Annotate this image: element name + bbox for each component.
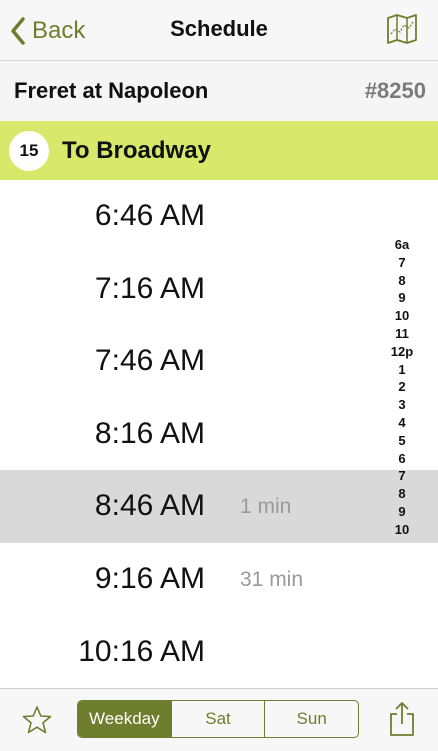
route-bar: 15 To Broadway (0, 121, 438, 180)
time-row[interactable]: 7:16 AM (0, 253, 438, 326)
time-row[interactable]: 8:16 AM (0, 398, 438, 471)
departure-time: 7:16 AM (94, 272, 205, 305)
time-row-highlighted[interactable]: 8:46 AM 1 min (0, 470, 438, 543)
hour-index-item[interactable]: 9 (398, 503, 405, 521)
hour-index-item[interactable]: 9 (398, 289, 405, 307)
favorite-button[interactable] (22, 705, 52, 740)
hour-index-item[interactable]: 6a (395, 236, 409, 254)
hour-index-item[interactable]: 12p (391, 343, 413, 361)
hour-index-item[interactable]: 3 (398, 396, 405, 414)
day-type-segmented-control[interactable]: Weekday Sat Sun (77, 700, 359, 738)
departure-time: 6:46 AM (94, 199, 205, 232)
time-row[interactable]: 6:46 AM (0, 180, 438, 253)
departure-time: 8:16 AM (94, 417, 205, 450)
hour-index-item[interactable]: 6 (398, 450, 405, 468)
hour-index-item[interactable]: 1 (398, 361, 405, 379)
segment-sun[interactable]: Sun (264, 701, 358, 737)
route-destination: To Broadway (62, 137, 211, 164)
share-icon (390, 702, 414, 736)
departure-time: 10:16 AM (78, 635, 205, 668)
segment-weekday[interactable]: Weekday (78, 701, 171, 737)
nav-bar: Back Schedule (0, 0, 438, 61)
departure-time: 9:16 AM (94, 562, 205, 595)
page-title: Schedule (170, 16, 268, 41)
map-icon (387, 14, 417, 44)
departure-time: 8:46 AM (94, 489, 205, 522)
stop-header: Freret at Napoleon #8250 (0, 61, 438, 122)
wait-time: 31 min (240, 568, 304, 591)
hour-index-item[interactable]: 4 (398, 414, 405, 432)
hour-index-item[interactable]: 7 (398, 254, 405, 272)
hour-index-item[interactable]: 8 (398, 485, 405, 503)
route-number-badge: 15 (9, 131, 49, 171)
hour-index-item[interactable]: 5 (398, 432, 405, 450)
hour-index-item[interactable]: 10 (395, 521, 409, 539)
bottom-toolbar: Weekday Sat Sun (0, 688, 438, 751)
hour-index[interactable]: 6a 7 8 9 10 11 12p 1 2 3 4 5 6 7 8 9 10 (384, 236, 420, 539)
map-button[interactable] (386, 14, 418, 49)
hour-index-item[interactable]: 2 (398, 378, 405, 396)
hour-index-item[interactable]: 7 (398, 467, 405, 485)
wait-time: 1 min (240, 495, 292, 518)
star-icon (22, 706, 52, 734)
hour-index-item[interactable]: 11 (395, 325, 409, 343)
share-button[interactable] (389, 701, 415, 742)
segment-sat[interactable]: Sat (170, 701, 265, 737)
hour-index-item[interactable]: 10 (395, 307, 409, 325)
departure-time: 7:46 AM (94, 344, 205, 377)
time-row[interactable]: 10:16 AM (0, 616, 438, 689)
stop-id: #8250 (364, 78, 426, 103)
hour-index-item[interactable]: 8 (398, 272, 405, 290)
stop-name: Freret at Napoleon (14, 78, 209, 103)
time-row[interactable]: 9:16 AM 31 min (0, 543, 438, 616)
time-row[interactable]: 7:46 AM (0, 325, 438, 398)
